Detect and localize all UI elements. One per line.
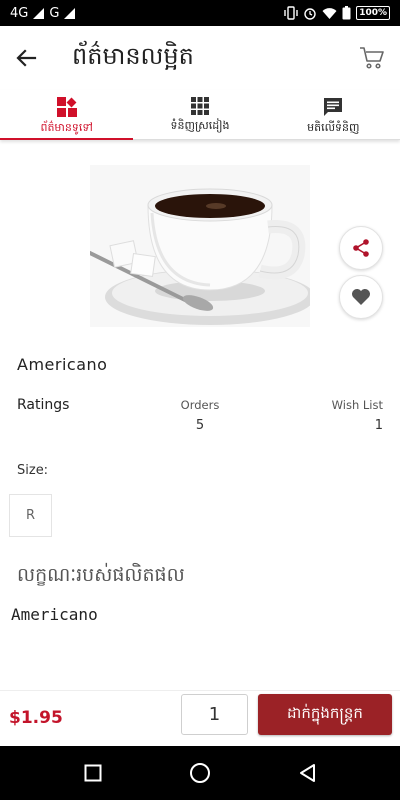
- size-label: Size:: [17, 463, 49, 478]
- back-button[interactable]: [0, 26, 52, 90]
- tab-label: ព័ត៌មានទូទៅ: [40, 121, 93, 134]
- size-option-r[interactable]: R: [9, 494, 52, 537]
- orders-stat: Orders 5: [170, 398, 230, 433]
- grid-icon: [190, 97, 209, 115]
- tab-reviews[interactable]: មតិលើទំនិញ: [267, 90, 400, 139]
- price-label: $1.95: [9, 708, 63, 728]
- heart-icon: [352, 289, 370, 305]
- add-to-cart-button[interactable]: ដាក់ក្នុងកន្ត្រក: [258, 694, 392, 735]
- tab-label: មតិលើទំនិញ: [307, 121, 360, 134]
- category-icon: [56, 97, 77, 117]
- description-text: Americano: [11, 605, 98, 624]
- signal-icon-2: [64, 7, 76, 19]
- orders-label: Orders: [180, 398, 220, 412]
- signal-icon: [33, 7, 45, 19]
- product-name: Americano: [17, 355, 108, 374]
- back-nav-icon[interactable]: [298, 763, 316, 783]
- wishlist-button[interactable]: [339, 275, 383, 319]
- wishlist-stat: Wish List 1: [332, 398, 383, 433]
- tab-bar: ព័ត៌មានទូទៅ ទំនិញស្រដៀង មតិលើទំនិញ: [0, 90, 400, 140]
- ratings-label: Ratings: [17, 397, 70, 413]
- arrow-back-icon: [16, 49, 37, 67]
- quantity-input[interactable]: 1: [181, 694, 248, 735]
- tab-similar-products[interactable]: ទំនិញស្រដៀង: [133, 90, 266, 139]
- share-icon: [353, 239, 369, 257]
- product-image: [90, 165, 310, 327]
- system-nav-bar: [0, 746, 400, 800]
- network-type-label: 4G: [10, 5, 29, 21]
- tab-label: ទំនិញស្រដៀង: [170, 119, 230, 132]
- status-bar: 4G G 100%: [0, 0, 400, 26]
- battery-level: 100%: [356, 6, 390, 20]
- network-type-label-2: G: [49, 5, 60, 21]
- cart-button[interactable]: [344, 26, 400, 90]
- wishlist-value: 1: [374, 418, 383, 433]
- orders-value: 5: [195, 418, 205, 433]
- wishlist-label: Wish List: [331, 398, 383, 412]
- recents-icon[interactable]: [84, 764, 102, 782]
- battery-charging-icon: [342, 6, 351, 20]
- cart-icon: [360, 47, 384, 69]
- page-title: ព័ត៌មានលម្អិត: [72, 41, 194, 70]
- purchase-bar: $1.95 1 ដាក់ក្នុងកន្ត្រក: [0, 690, 400, 746]
- wifi-icon: [322, 7, 337, 19]
- app-bar: ព័ត៌មានលម្អិត: [0, 26, 400, 90]
- comment-icon: [324, 98, 343, 116]
- home-icon[interactable]: [189, 762, 211, 784]
- share-button[interactable]: [339, 226, 383, 270]
- alarm-icon: [304, 8, 316, 20]
- tab-general-info[interactable]: ព័ត៌មានទូទៅ: [0, 90, 134, 140]
- description-heading: លក្ខណៈរបស់ផលិតផល: [17, 564, 185, 586]
- vibrate-icon: [284, 6, 298, 20]
